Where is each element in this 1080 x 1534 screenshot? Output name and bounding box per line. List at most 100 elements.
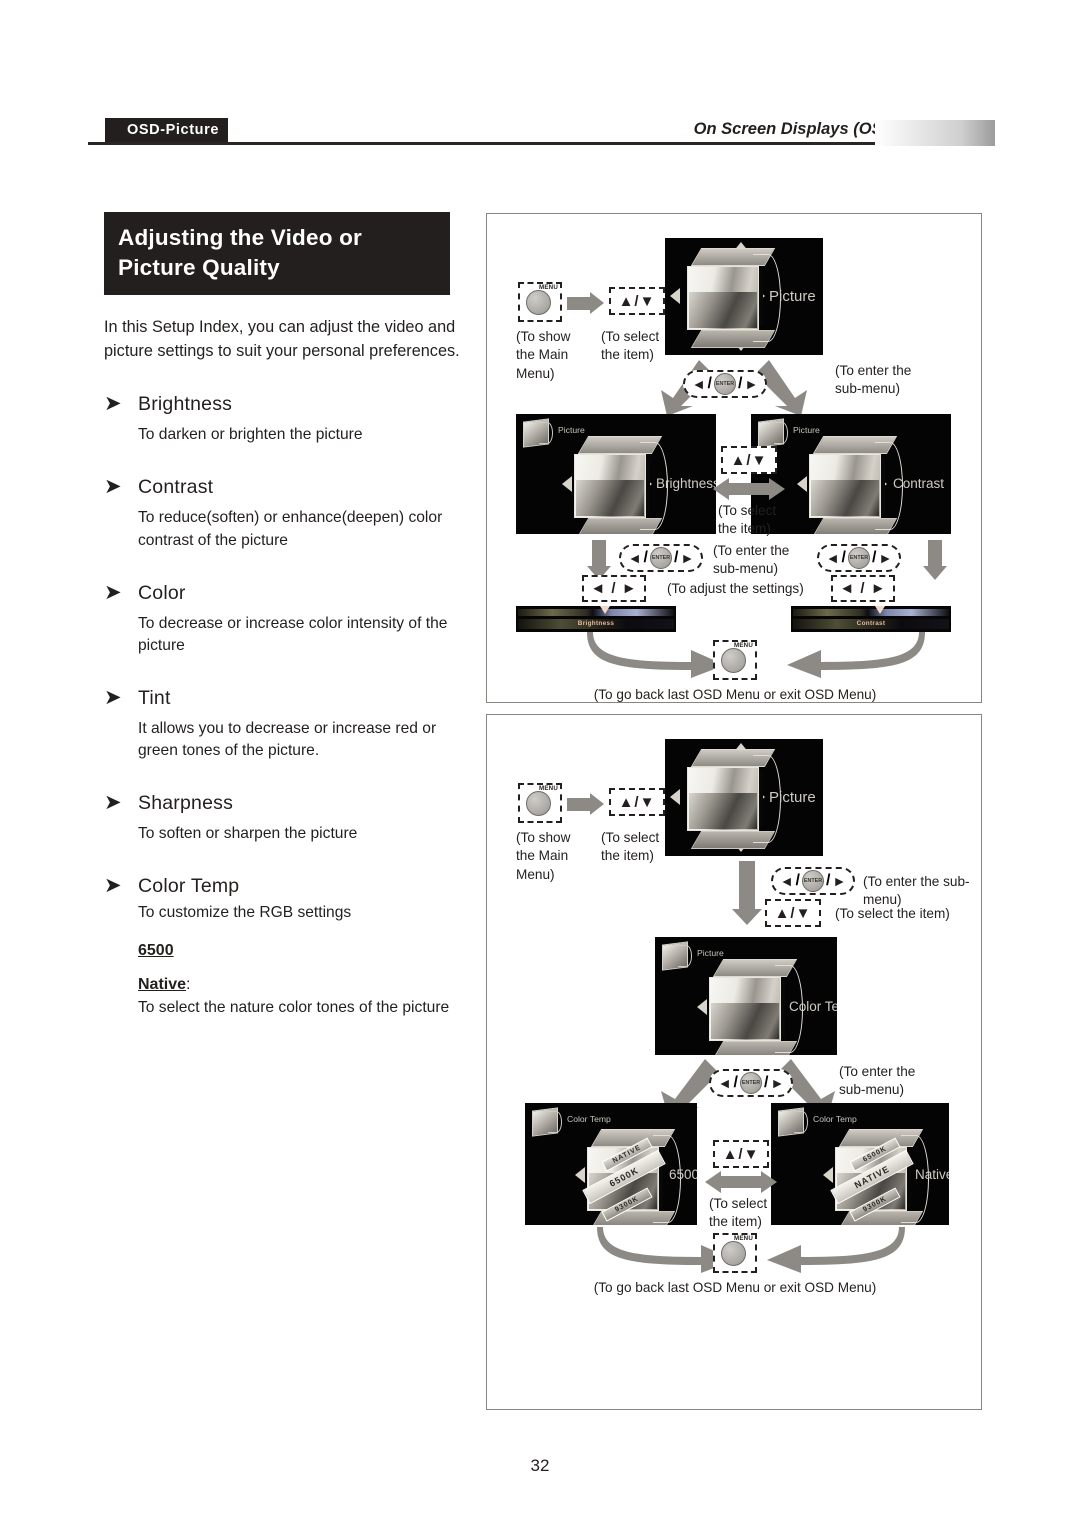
- enter-key-2[interactable]: ◄ / ENTER / ►: [709, 1069, 793, 1097]
- nav-left-icon: [697, 999, 707, 1015]
- feature-description: To darken or brighten the picture: [138, 426, 363, 444]
- color-temp-option-6500: 6500: [138, 941, 174, 959]
- enter-key-1[interactable]: ◄ / ENTER / ►: [683, 370, 767, 398]
- up-down-key-1[interactable]: ▲/▼: [609, 287, 665, 315]
- enter-key-dot-icon: ENTER: [848, 547, 870, 569]
- osd-corner-label: Color Temp: [567, 1114, 611, 1124]
- feature-description: To soften or sharpen the picture: [138, 825, 358, 843]
- feature-name: Contrast: [138, 476, 214, 499]
- intro-paragraph: In this Setup Index, you can adjust the …: [104, 318, 460, 360]
- enter-key-1-caption: (To enter the sub-menu): [835, 363, 912, 397]
- osd-corner-label: Picture: [793, 425, 820, 435]
- right-arrow-icon: ►: [878, 550, 893, 566]
- menu-key-button[interactable]: MENU: [518, 282, 562, 322]
- flow-arrow-curve-left-icon: [767, 1227, 905, 1273]
- enter-key-dot-icon: ENTER: [802, 870, 824, 892]
- feature-name: Sharpness: [138, 792, 234, 815]
- osd-item-label: Picture: [769, 789, 816, 806]
- osd-item-label: Native: [915, 1167, 949, 1182]
- feature-description: To decrease or increase color intensity …: [138, 614, 448, 654]
- slider-track: [518, 609, 674, 616]
- slider-knob[interactable]: [875, 606, 885, 614]
- bullet-arrow-icon: ➤: [104, 392, 122, 416]
- left-arrow-icon: ◄: [825, 550, 840, 566]
- slider-knob[interactable]: [600, 606, 610, 614]
- osd-slider-contrast[interactable]: Contrast: [791, 606, 951, 632]
- option-native-colon: :: [186, 975, 191, 993]
- up-down-glyph-icon: ▲/▼: [722, 1145, 760, 1163]
- enter-key-left[interactable]: ◄ / ENTER / ►: [619, 544, 703, 572]
- menu-key-dot-icon: [721, 1241, 746, 1266]
- right-arrow-icon: ►: [832, 873, 847, 889]
- menu-key-dot-icon: [526, 791, 551, 816]
- feature-color: ➤ Color To decrease or increase color in…: [104, 582, 464, 657]
- up-down-key-2-caption: (To select the item): [718, 503, 777, 537]
- nav-left-icon: [823, 1167, 833, 1183]
- feature-description: It allows you to decrease or increase re…: [138, 719, 437, 760]
- enter-key-1[interactable]: ◄ / ENTER / ►: [771, 867, 855, 895]
- osd-item-label: Picture: [769, 288, 816, 305]
- osd-corner-cube-icon: [530, 1107, 564, 1139]
- page-number: 32: [530, 1456, 550, 1475]
- bullet-arrow-icon: ➤: [104, 580, 122, 604]
- osd-screen-contrast: Picture Contrast: [751, 414, 951, 534]
- color-temp-option-native: Native:: [138, 976, 464, 994]
- bullet-arrow-icon: ➤: [104, 874, 122, 898]
- left-arrow-icon: ◄: [779, 873, 794, 889]
- up-down-key-1[interactable]: ▲/▼: [609, 788, 665, 816]
- enter-key-2-caption: (To enter the sub-menu): [839, 1064, 916, 1098]
- menu-key-button[interactable]: MENU: [518, 783, 562, 823]
- feature-description: To customize the RGB settings: [138, 904, 352, 922]
- running-head: On Screen Displays (OSD): [693, 120, 900, 138]
- slider-track: [793, 609, 949, 616]
- feature-description: To reduce(soften) or enhance(deepen) col…: [138, 509, 443, 549]
- menu-key-caption: (To show the Main Menu): [516, 329, 571, 381]
- osd-corner-cube-icon: [776, 1107, 810, 1139]
- bullet-arrow-icon: ➤: [104, 685, 122, 709]
- right-arrow-icon: ►: [680, 550, 695, 566]
- left-right-key-left[interactable]: ◄ / ►: [582, 575, 646, 602]
- diagram-color-temp: MENU (To show the Main Menu) ▲/▼ (To sel…: [486, 714, 982, 1410]
- up-down-key-3[interactable]: ▲/▼: [713, 1140, 769, 1168]
- left-text-column: Adjusting the Video or Picture Quality I…: [104, 212, 464, 1019]
- up-down-glyph-icon: ▲/▼: [618, 793, 656, 811]
- page-title: Adjusting the Video or Picture Quality: [104, 212, 450, 296]
- up-down-glyph-icon: ▲/▼: [774, 904, 812, 922]
- left-arrow-icon: ◄: [717, 1075, 732, 1091]
- menu-key-caption: (To show the Main Menu): [516, 830, 571, 882]
- osd-item-label: Contrast: [893, 476, 945, 491]
- exit-caption: (To go back last OSD Menu or exit OSD Me…: [593, 1280, 877, 1295]
- left-right-key-right[interactable]: ◄ / ►: [831, 575, 895, 602]
- osd-corner-label: Picture: [558, 425, 585, 435]
- osd-corner-cube-icon: [521, 418, 555, 450]
- nav-left-icon: [797, 476, 807, 492]
- feature-name: Color: [138, 581, 186, 604]
- exit-menu-key-button[interactable]: MENU: [713, 1233, 757, 1273]
- osd-screen-main: Picture: [665, 238, 823, 355]
- osd-corner-label: Picture: [697, 948, 724, 958]
- nav-left-icon: [562, 476, 572, 492]
- feature-tint: ➤ Tint It allows you to decrease or incr…: [104, 687, 464, 762]
- osd-screen-6500k: Color Temp NATIVE 6500K 9300K 6500: [525, 1103, 697, 1225]
- up-down-key-2[interactable]: ▲/▼: [765, 899, 821, 927]
- feature-contrast: ➤ Contrast To reduce(soften) or enhance(…: [104, 476, 464, 551]
- slider-label: Brightness: [518, 619, 674, 629]
- flow-arrow-curve-left-icon: [787, 632, 925, 678]
- up-down-glyph-icon: ▲/▼: [730, 451, 768, 469]
- exit-menu-key-button[interactable]: MENU: [713, 640, 757, 680]
- nav-left-icon: [670, 789, 680, 805]
- enter-key-right[interactable]: ◄ / ENTER / ►: [817, 544, 901, 572]
- up-down-key-2[interactable]: ▲/▼: [721, 446, 777, 474]
- flow-arrow-double-horizontal-icon: [705, 1171, 777, 1193]
- right-arrow-icon: ►: [770, 1075, 785, 1091]
- left-arrow-icon: ◄: [691, 376, 706, 392]
- feature-brightness: ➤ Brightness To darken or brighten the p…: [104, 393, 464, 446]
- osd-screen-main: Picture: [665, 739, 823, 856]
- option-native-label: Native: [138, 975, 187, 993]
- osd-item-label: 6500: [669, 1167, 697, 1182]
- osd-corner-label: Color Temp: [813, 1114, 857, 1124]
- exit-caption: (To go back last OSD Menu or exit OSD Me…: [593, 687, 877, 702]
- adjust-settings-caption: (To adjust the settings): [667, 581, 804, 596]
- nav-left-icon: [670, 288, 680, 304]
- osd-slider-brightness[interactable]: Brightness: [516, 606, 676, 632]
